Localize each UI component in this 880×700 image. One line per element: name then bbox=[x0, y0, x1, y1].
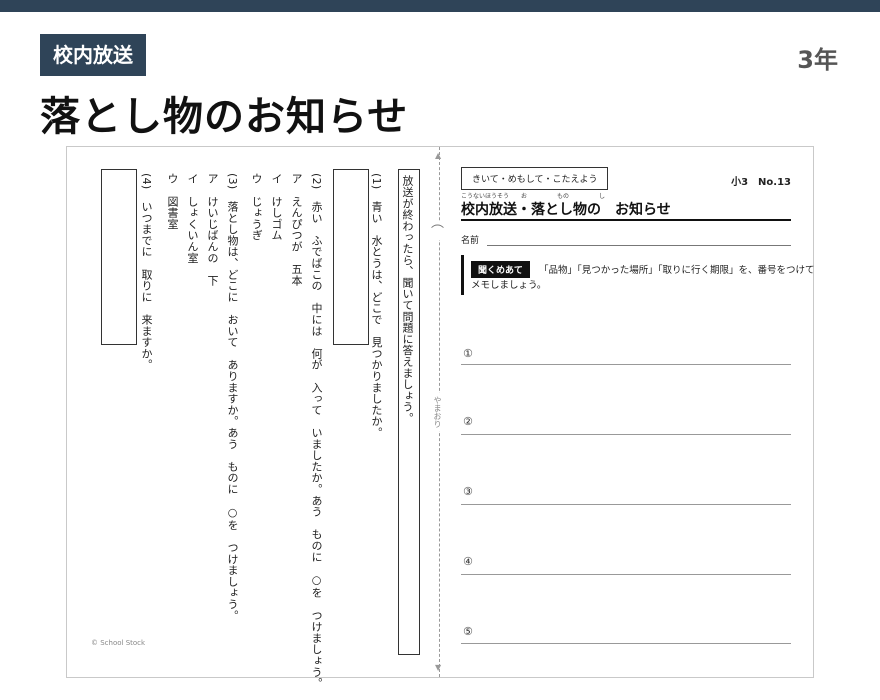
worksheet: (1) 青い 水とうは、どこで 見つかりましたか。 (2) 赤い ふでばこの 中… bbox=[66, 146, 815, 689]
answer-number-5: ⑤ bbox=[463, 625, 473, 638]
answer-line-2 bbox=[461, 434, 791, 435]
question-4: (4) いつまでに 取りに 来ますか。 bbox=[140, 173, 153, 371]
fold-label: やまおり bbox=[432, 393, 443, 431]
answer-line-1 bbox=[461, 364, 791, 365]
page-title: 落とし物のお知らせ bbox=[40, 94, 409, 140]
answer-line-4 bbox=[461, 574, 791, 575]
answer-number-3: ③ bbox=[463, 485, 473, 498]
answer-line-3 bbox=[461, 504, 791, 505]
listening-goal-badge: 聞くめあて bbox=[471, 261, 530, 278]
question-3: (3) 落とし物は、どこに おいて ありますか。あう ものに ○を つけましょう… bbox=[226, 173, 239, 621]
question-2-option-c: ウ じょうぎ bbox=[250, 173, 263, 241]
category-badge: 校内放送 bbox=[40, 34, 146, 76]
point-bar bbox=[461, 255, 464, 295]
worksheet-header: きいて・めもして・こたえよう bbox=[461, 167, 609, 190]
lesson-title: 校内放送・落とし物の お知らせ bbox=[461, 202, 671, 218]
name-label: 名前 bbox=[461, 236, 480, 246]
fold-arrow-icon: ⌒ bbox=[431, 221, 445, 240]
name-line bbox=[487, 245, 791, 246]
grade-label: 3年 bbox=[797, 46, 838, 74]
copyright: © School Stock bbox=[91, 639, 146, 647]
answer-box-4 bbox=[101, 169, 137, 345]
question-2-option-a: ア えんぴつが 五本 bbox=[290, 173, 303, 286]
instruction-text: 放送が終わったら、聞いて問題に答えましょう。 bbox=[401, 175, 414, 424]
question-1: (1) 青い 水とうは、どこで 見つかりましたか。 bbox=[370, 173, 383, 439]
question-3-option-a: ア けいじばんの 下 bbox=[206, 173, 219, 286]
arrow-down-icon: ▼ bbox=[435, 663, 442, 672]
question-2: (2) 赤い ふでばこの 中には 何が 入って いましたか。あう ものに ○を … bbox=[310, 173, 323, 689]
goal-instruction-line-1: 「品物」「見つかった場所」「取りに行く期限」を、番号をつけて bbox=[539, 265, 815, 276]
arrow-up-icon: ▲ bbox=[435, 151, 442, 160]
answer-number-2: ② bbox=[463, 415, 473, 428]
title-rule bbox=[461, 219, 791, 221]
top-bar bbox=[0, 0, 880, 12]
answer-line-5 bbox=[461, 643, 791, 644]
worksheet-code: 小3 No.13 bbox=[731, 177, 791, 188]
answer-number-1: ① bbox=[463, 347, 473, 360]
question-3-option-c: ウ 図書室 bbox=[166, 173, 179, 230]
goal-instruction-line-2: メモしましょう。 bbox=[471, 280, 547, 291]
question-2-option-b: イ けしゴム bbox=[270, 173, 283, 241]
answer-box-1 bbox=[333, 169, 369, 345]
question-3-option-b: イ しょくいん室 bbox=[186, 173, 199, 264]
answer-number-4: ④ bbox=[463, 555, 473, 568]
